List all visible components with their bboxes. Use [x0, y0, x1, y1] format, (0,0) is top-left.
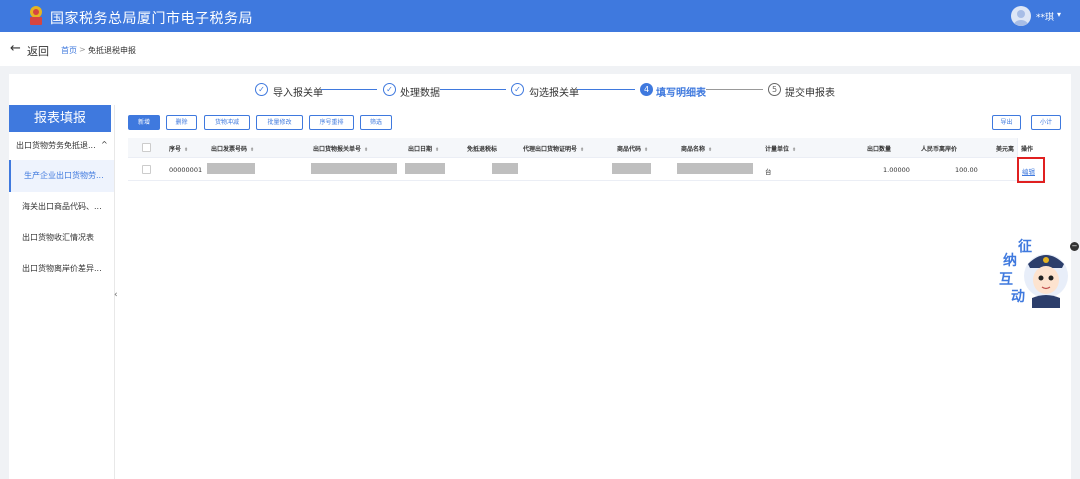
filter-button[interactable]: 筛选 — [360, 115, 392, 130]
col-tax-method: 免抵退税标 — [467, 146, 498, 153]
delete-button[interactable]: 删除 — [166, 115, 197, 130]
subtotal-button[interactable]: 小计 — [1031, 115, 1061, 130]
sort-icon[interactable]: ⬍ — [184, 147, 188, 153]
sidebar-group-header[interactable]: 出口货物劳务免抵退... — [9, 132, 115, 159]
back-button[interactable]: 返回 — [27, 43, 49, 59]
cell-rmb-fob: 100.00 — [955, 166, 978, 174]
sidebar-item-customs-code[interactable]: 海关出口商品代码、... — [9, 191, 115, 223]
redacted-goods-code — [612, 163, 651, 174]
sidebar-item-production-export[interactable]: 生产企业出口货物劳... — [9, 160, 115, 192]
redacted-export-date — [405, 163, 445, 174]
col-agent-cert[interactable]: 代理出口货物证明号 ⬍ — [523, 144, 584, 153]
cell-unit: 台 — [765, 168, 772, 176]
breadcrumb-current: 免抵退税申报 — [88, 46, 136, 55]
sort-icon[interactable]: ⬍ — [792, 147, 796, 153]
redacted-tax-method — [492, 163, 518, 174]
sidebar-title: 报表填报 — [9, 105, 111, 132]
user-name[interactable]: **琪 — [1036, 10, 1054, 23]
sort-icon[interactable]: ⬍ — [644, 147, 648, 153]
breadcrumb-home[interactable]: 首页 — [61, 45, 77, 56]
user-menu-caret-icon[interactable]: ▾ — [1057, 10, 1061, 19]
add-button[interactable]: 新增 — [128, 115, 160, 130]
cell-quantity: 1.00000 — [883, 166, 910, 174]
col-quantity: 出口数量 — [867, 146, 892, 153]
col-goods-code[interactable]: 商品代码 ⬍ — [617, 144, 648, 153]
col-export-date[interactable]: 出口日期 ⬍ — [408, 144, 439, 153]
widget-minimize-icon[interactable]: − — [1070, 242, 1079, 251]
tax-assistant-widget[interactable]: 征 纳 互 动 — [998, 236, 1070, 308]
back-arrow-icon[interactable]: ← — [10, 41, 21, 56]
table-header — [128, 138, 1044, 158]
step-connector — [706, 89, 763, 90]
col-invoice-no[interactable]: 出口发票号码 ⬍ — [211, 144, 254, 153]
user-icon — [1014, 10, 1028, 26]
step-connector — [321, 89, 377, 90]
sort-icon[interactable]: ⬍ — [435, 147, 439, 153]
step-2-check-icon: ✓ — [383, 83, 396, 96]
edit-link[interactable]: 编辑 — [1022, 166, 1035, 176]
widget-char: 动 — [1011, 289, 1025, 305]
col-goods-name[interactable]: 商品名称 ⬍ — [681, 144, 712, 153]
main-panel — [9, 74, 1071, 479]
chevron-up-icon[interactable]: ^ — [101, 140, 108, 149]
sort-icon[interactable]: ⬍ — [580, 147, 584, 153]
col-declaration-no[interactable]: 出口货物报关单号 ⬍ — [313, 144, 368, 153]
step-4-number-icon: 4 — [640, 83, 653, 96]
site-title: 国家税务总局厦门市电子税务局 — [50, 11, 253, 27]
sidebar-item-fob-difference[interactable]: 出口货物离岸价差异... — [9, 253, 115, 285]
goods-offset-button[interactable]: 货物冲减 — [204, 115, 250, 130]
sidebar-collapse-icon[interactable]: ‹ — [114, 290, 118, 300]
widget-char: 征 — [1018, 239, 1032, 255]
cell-seq: 00000001 — [169, 166, 203, 174]
redacted-declaration-no — [311, 163, 397, 174]
user-avatar[interactable] — [1011, 6, 1031, 26]
step-3-check-icon: ✓ — [511, 83, 524, 96]
sort-icon[interactable]: ⬍ — [364, 147, 368, 153]
step-4-label: 填写明细表 — [656, 88, 706, 99]
breadcrumb-bar — [0, 32, 1080, 66]
step-5-number-icon: 5 — [768, 83, 781, 96]
col-unit[interactable]: 计量单位 ⬍ — [765, 144, 796, 153]
renumber-button[interactable]: 序号重排 — [309, 115, 354, 130]
step-connector — [577, 89, 635, 90]
redacted-invoice-no — [207, 163, 255, 174]
export-button[interactable]: 导出 — [992, 115, 1021, 130]
breadcrumb-separator: > — [79, 45, 86, 54]
step-3-label: 勾选报关单 — [529, 88, 579, 99]
row-checkbox[interactable] — [142, 165, 151, 174]
sidebar-item-forex-receipt[interactable]: 出口货物收汇情况表 — [9, 222, 115, 254]
col-rmb-fob: 人民币离岸价 — [921, 146, 958, 153]
batch-edit-button[interactable]: 批量修改 — [256, 115, 303, 130]
sort-icon[interactable]: ⬍ — [708, 147, 712, 153]
step-connector — [440, 89, 506, 90]
tax-bureau-emblem-icon — [30, 6, 42, 25]
widget-char: 纳 — [1003, 253, 1017, 269]
step-5-label: 提交申报表 — [785, 88, 835, 99]
redacted-goods-name — [677, 163, 753, 174]
select-all-checkbox[interactable] — [142, 143, 151, 152]
step-1-check-icon: ✓ — [255, 83, 268, 96]
col-seq[interactable]: 序号 ⬍ — [169, 144, 188, 153]
col-operation: 操作 — [1021, 146, 1034, 153]
sort-icon[interactable]: ⬍ — [250, 147, 254, 153]
col-usd-fob: 美元离 — [996, 146, 1015, 153]
step-2-label: 处理数据 — [400, 88, 440, 99]
step-1-label: 导入报关单 — [273, 88, 323, 99]
